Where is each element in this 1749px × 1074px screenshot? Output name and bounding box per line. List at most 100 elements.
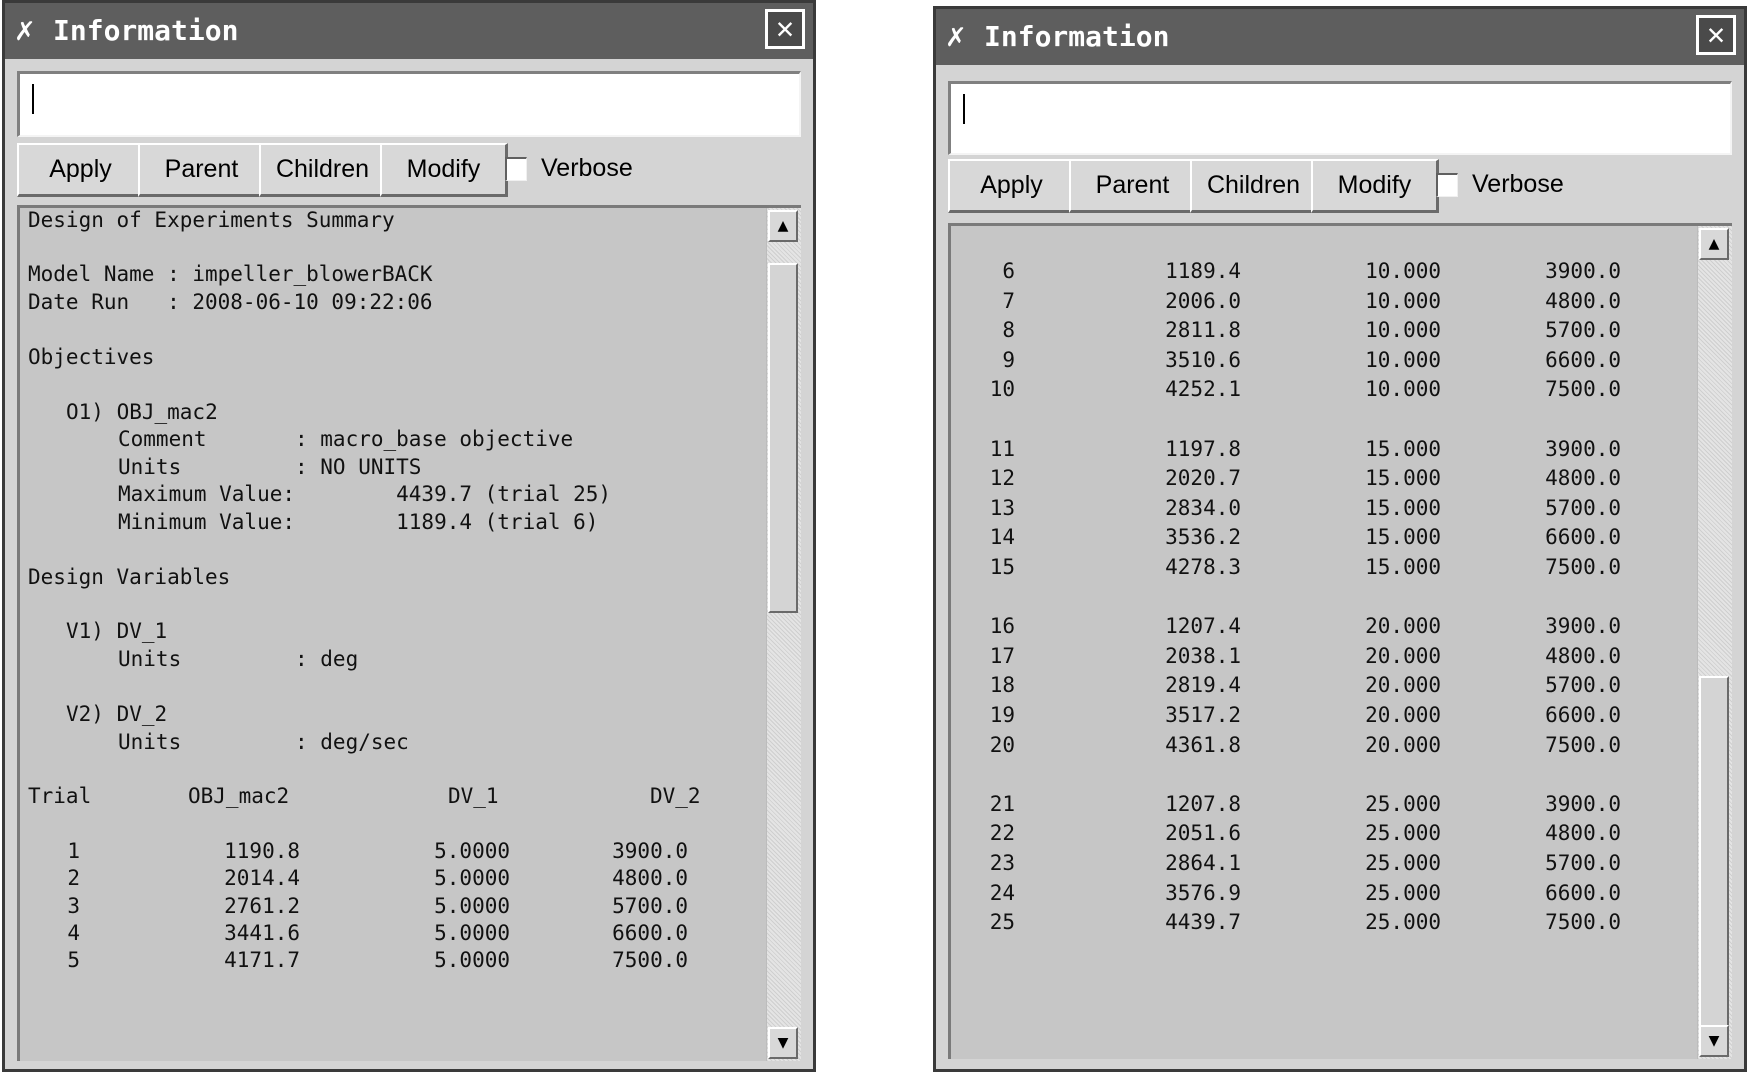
scroll-down-button[interactable]: ▼	[1699, 1025, 1729, 1057]
arrow-up-icon: ▲	[777, 218, 789, 234]
objective-units: Units : NO UNITS	[118, 455, 422, 479]
command-input[interactable]	[948, 81, 1732, 155]
window-title: Information	[984, 20, 1170, 53]
objective-value: 2811.8	[1165, 318, 1241, 343]
trial-number: 16	[989, 614, 1015, 639]
dv1-value: 25.000	[1365, 851, 1441, 875]
dv2-value: 5700.0	[1545, 495, 1621, 520]
title-bar[interactable]: ✗ Information ✕	[936, 9, 1744, 65]
scroll-up-button[interactable]: ▲	[768, 210, 798, 242]
dv1-value: 25.000	[1365, 821, 1441, 846]
dv1-value: 20.000	[1365, 703, 1441, 727]
objective-value: 4278.3	[1165, 555, 1241, 579]
design-variables-heading: Design Variables	[28, 565, 231, 589]
dv1-value: 5.0000	[434, 866, 510, 891]
text-caret	[963, 94, 965, 124]
scroll-up-button[interactable]: ▲	[1699, 228, 1729, 260]
trial-number: 8	[1002, 318, 1015, 343]
objective-value: 2006.0	[1165, 288, 1241, 313]
model-name-line: Model Name : impeller_blowerBACK	[28, 262, 433, 286]
dv2-value: 4800.0	[1545, 821, 1621, 846]
dv1-value: 5.0000	[434, 893, 510, 918]
trial-number: 14	[989, 525, 1015, 550]
header-trial: Trial	[28, 784, 92, 808]
vertical-scrollbar[interactable]: ▲ ▼	[1697, 226, 1732, 1059]
close-button[interactable]: ✕	[765, 9, 805, 49]
objective-value: 1197.8	[1165, 436, 1241, 461]
objective-value: 2014.4	[224, 866, 300, 891]
trial-number: 4	[67, 920, 80, 945]
objective-value: 2864.1	[1165, 851, 1241, 875]
dv2-value: 3900.0	[1545, 259, 1621, 283]
objective-value: 3517.2	[1165, 703, 1241, 727]
objective-value: 2020.7	[1165, 466, 1241, 491]
info-text-area[interactable]: 6 1189.4 10.000 3900.0 7 2006.0 10.000 4800.0 8 2…	[948, 223, 1732, 1059]
close-button[interactable]: ✕	[1696, 15, 1736, 55]
dv1-value: 15.000	[1365, 436, 1441, 461]
information-window-right: ✗ Information ✕ Apply Parent Children Mo…	[933, 6, 1747, 1072]
trial-number: 10	[989, 377, 1015, 402]
apply-button[interactable]: Apply	[17, 143, 145, 197]
dv1-value: 10.000	[1365, 288, 1441, 313]
modify-button[interactable]: Modify	[380, 143, 508, 197]
header-dv2: DV_2	[650, 784, 701, 808]
trial-number: 20	[989, 732, 1015, 757]
children-button[interactable]: Children	[259, 143, 387, 197]
dv2-value: 7500.0	[612, 948, 688, 973]
dv1-value: 20.000	[1365, 643, 1441, 668]
objective-value: 1207.4	[1165, 614, 1241, 639]
children-button[interactable]: Children	[1190, 159, 1318, 213]
date-run-line: Date Run : 2008-06-10 09:22:06	[28, 290, 433, 314]
scroll-thumb[interactable]	[768, 263, 798, 613]
dv1-value: 20.000	[1365, 614, 1441, 639]
dv1-value: 5.0000	[434, 948, 510, 973]
parent-button[interactable]: Parent	[1069, 159, 1197, 213]
parent-button[interactable]: Parent	[138, 143, 266, 197]
title-bar[interactable]: ✗ Information ✕	[5, 3, 813, 59]
dv2-value: 5700.0	[612, 893, 688, 918]
info-text-area[interactable]: Design of Experiments Summary Model Name…	[17, 205, 801, 1061]
trial-number: 1	[67, 839, 80, 863]
trial-number: 2	[67, 866, 80, 891]
verbose-checkbox[interactable]	[1436, 173, 1458, 197]
trial-number: 15	[989, 555, 1015, 579]
trial-number: 5	[67, 948, 80, 973]
dv1-value: 20.000	[1365, 673, 1441, 698]
dv2-value: 7500.0	[1545, 377, 1621, 402]
dv1-value: 10.000	[1365, 259, 1441, 283]
objective-value: 2819.4	[1165, 673, 1241, 698]
dv2-value: 3900.0	[1545, 436, 1621, 461]
trial-number: 11	[989, 436, 1015, 461]
trial-number: 13	[989, 495, 1015, 520]
command-input[interactable]	[17, 71, 801, 137]
summary-heading: Design of Experiments Summary	[28, 208, 395, 232]
trial-number: 25	[989, 910, 1015, 935]
trial-number: 24	[989, 880, 1015, 905]
dv1-value: 10.000	[1365, 318, 1441, 343]
button-toolbar: Apply Parent Children Modify Verbose	[948, 159, 1732, 215]
scroll-thumb[interactable]	[1699, 676, 1729, 1036]
dv2-value: 5700.0	[1545, 673, 1621, 698]
objective-value: 3536.2	[1165, 525, 1241, 550]
objective-value: 1189.4	[1165, 259, 1241, 283]
dv2-value: 6600.0	[1545, 347, 1621, 372]
app-logo-icon: ✗	[15, 10, 35, 48]
dv2-value: 6600.0	[612, 920, 688, 945]
scroll-down-button[interactable]: ▼	[768, 1027, 798, 1059]
trial-number: 21	[989, 791, 1015, 816]
modify-button[interactable]: Modify	[1311, 159, 1439, 213]
objective-value: 1190.8	[224, 839, 300, 863]
objective-maximum: Maximum Value: 4439.7 (trial 25)	[118, 482, 612, 506]
dv1-value: 15.000	[1365, 466, 1441, 491]
objective-value: 4439.7	[1165, 910, 1241, 935]
verbose-checkbox[interactable]	[505, 157, 527, 181]
apply-button[interactable]: Apply	[948, 159, 1076, 213]
vertical-scrollbar[interactable]: ▲ ▼	[766, 208, 801, 1061]
trial-number: 3	[67, 893, 80, 918]
objective-value: 2038.1	[1165, 643, 1241, 668]
arrow-down-icon: ▼	[1708, 1033, 1720, 1049]
dv2-value: 4800.0	[1545, 288, 1621, 313]
dv2-value: 4800.0	[612, 866, 688, 891]
trial-number: 9	[1002, 347, 1015, 372]
dv1-value: 25.000	[1365, 910, 1441, 935]
